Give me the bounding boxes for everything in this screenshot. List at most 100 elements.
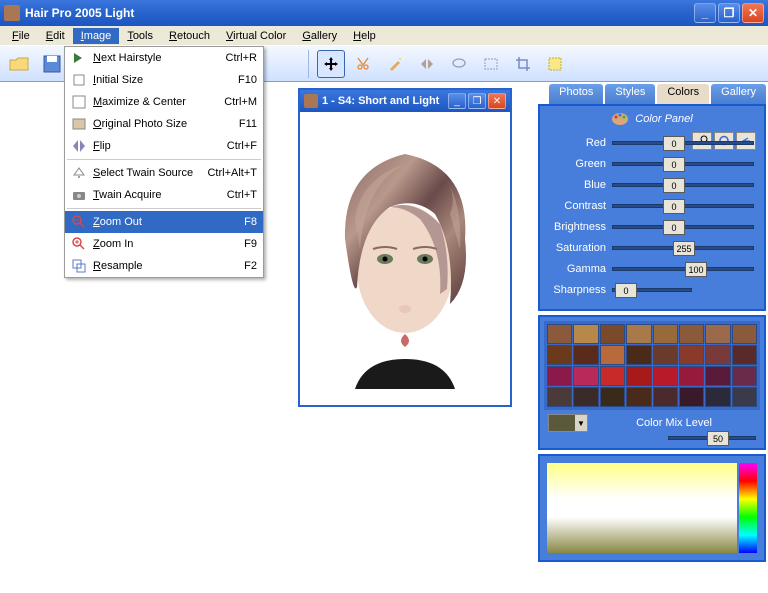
menu-retouch[interactable]: Retouch <box>161 28 218 44</box>
slider-thumb[interactable]: 0 <box>663 136 685 151</box>
menu-item-initial-size[interactable]: Initial SizeF10 <box>65 69 263 91</box>
color-swatch[interactable] <box>705 366 730 386</box>
menu-item-next-hairstyle[interactable]: Next HairstyleCtrl+R <box>65 47 263 69</box>
current-color-swatch[interactable]: ▼ <box>548 414 588 432</box>
hue-slider[interactable] <box>739 463 757 553</box>
photo-close-button[interactable]: ✕ <box>488 93 506 109</box>
color-swatch[interactable] <box>653 324 678 344</box>
color-swatch[interactable] <box>573 324 598 344</box>
slider-thumb[interactable]: 0 <box>663 220 685 235</box>
saturation-slider[interactable]: 255 <box>612 246 754 250</box>
color-swatch[interactable] <box>705 387 730 407</box>
slider-thumb[interactable]: 255 <box>673 241 695 256</box>
sharpness-slider[interactable]: 0 <box>612 288 692 292</box>
color-swatch[interactable] <box>547 387 572 407</box>
menu-image[interactable]: Image <box>73 28 120 44</box>
menu-item-zoom-out[interactable]: Zoom OutF8 <box>65 211 263 233</box>
menu-file[interactable]: File <box>4 28 38 44</box>
color-swatch[interactable] <box>547 324 572 344</box>
color-swatch[interactable] <box>705 345 730 365</box>
color-swatch[interactable] <box>732 387 757 407</box>
menu-item-twain-acquire[interactable]: Twain AcquireCtrl+T <box>65 184 263 206</box>
slider-thumb[interactable]: 0 <box>663 199 685 214</box>
tab-colors[interactable]: Colors <box>657 84 709 104</box>
menu-item-select-twain-source[interactable]: Select Twain SourceCtrl+Alt+T <box>65 162 263 184</box>
resample-icon <box>71 258 87 274</box>
photo-minimize-button[interactable]: _ <box>448 93 466 109</box>
tab-gallery[interactable]: Gallery <box>711 84 766 104</box>
color-swatch[interactable] <box>547 366 572 386</box>
slider-thumb[interactable]: 100 <box>685 262 707 277</box>
contrast-slider[interactable]: 0 <box>612 204 754 208</box>
slider-thumb[interactable]: 0 <box>663 178 685 193</box>
flip-h-tool[interactable] <box>413 50 441 78</box>
minimize-button[interactable]: _ <box>694 3 716 23</box>
color-swatch[interactable] <box>705 324 730 344</box>
color-swatch[interactable] <box>626 387 651 407</box>
color-swatch[interactable] <box>600 324 625 344</box>
color-swatch[interactable] <box>600 387 625 407</box>
red-slider[interactable]: 0 <box>612 141 754 145</box>
color-swatch[interactable] <box>547 345 572 365</box>
color-swatch[interactable] <box>679 345 704 365</box>
marquee-tool[interactable] <box>541 50 569 78</box>
color-swatch[interactable] <box>653 366 678 386</box>
menu-item-zoom-in[interactable]: Zoom InF9 <box>65 233 263 255</box>
mix-slider-thumb[interactable]: 50 <box>707 431 729 446</box>
menu-item-resample[interactable]: ResampleF2 <box>65 255 263 277</box>
tab-styles[interactable]: Styles <box>605 84 655 104</box>
color-swatch[interactable] <box>626 324 651 344</box>
color-swatch[interactable] <box>573 345 598 365</box>
move-tool[interactable] <box>317 50 345 78</box>
menu-tools[interactable]: Tools <box>119 28 161 44</box>
rect-select-tool[interactable] <box>477 50 505 78</box>
close-button[interactable]: ✕ <box>742 3 764 23</box>
color-swatch[interactable] <box>732 324 757 344</box>
gamma-slider[interactable]: 100 <box>612 267 754 271</box>
photo-maximize-button[interactable]: ❐ <box>468 93 486 109</box>
menu-item-flip[interactable]: FlipCtrl+F <box>65 135 263 157</box>
menu-virtual-color[interactable]: Virtual Color <box>218 28 294 44</box>
maximize-button[interactable]: ❐ <box>718 3 740 23</box>
color-swatch[interactable] <box>600 345 625 365</box>
slider-thumb[interactable]: 0 <box>663 157 685 172</box>
save-button[interactable] <box>38 50 66 78</box>
slider-label: Blue <box>546 179 612 191</box>
crop-tool[interactable] <box>509 50 537 78</box>
color-swatch[interactable] <box>573 387 598 407</box>
mix-level-slider[interactable]: 50 <box>668 436 756 440</box>
color-swatch[interactable] <box>653 345 678 365</box>
color-swatch[interactable] <box>679 324 704 344</box>
color-swatch[interactable] <box>653 387 678 407</box>
color-swatch[interactable] <box>679 387 704 407</box>
cut-tool[interactable] <box>349 50 377 78</box>
wand-tool[interactable] <box>381 50 409 78</box>
photo-window[interactable]: 1 - S4: Short and Light _ ❐ ✕ <box>298 88 512 407</box>
color-swatch[interactable] <box>732 366 757 386</box>
menu-edit[interactable]: Edit <box>38 28 73 44</box>
color-gradient-picker[interactable] <box>547 463 737 553</box>
color-swatch[interactable] <box>626 345 651 365</box>
hairstyle-preview-image <box>305 119 505 399</box>
brightness-slider[interactable]: 0 <box>612 225 754 229</box>
menu-help[interactable]: Help <box>345 28 384 44</box>
zoom-out-icon <box>71 214 87 230</box>
photo-window-titlebar[interactable]: 1 - S4: Short and Light _ ❐ ✕ <box>300 90 510 112</box>
lasso-tool[interactable] <box>445 50 473 78</box>
color-swatch[interactable] <box>626 366 651 386</box>
color-swatch[interactable] <box>732 345 757 365</box>
blue-slider[interactable]: 0 <box>612 183 754 187</box>
menu-gallery[interactable]: Gallery <box>294 28 345 44</box>
slider-row-contrast: Contrast0 <box>546 196 758 216</box>
tab-photos[interactable]: Photos <box>549 84 603 104</box>
color-swatch[interactable] <box>600 366 625 386</box>
swatch-dropdown-icon[interactable]: ▼ <box>575 415 587 431</box>
color-swatch[interactable] <box>679 366 704 386</box>
photo-canvas[interactable] <box>300 112 510 405</box>
menu-item-maximize-center[interactable]: Maximize & CenterCtrl+M <box>65 91 263 113</box>
open-button[interactable] <box>6 50 34 78</box>
color-swatch[interactable] <box>573 366 598 386</box>
green-slider[interactable]: 0 <box>612 162 754 166</box>
menu-item-original-photo-size[interactable]: Original Photo SizeF11 <box>65 113 263 135</box>
slider-thumb[interactable]: 0 <box>615 283 637 298</box>
